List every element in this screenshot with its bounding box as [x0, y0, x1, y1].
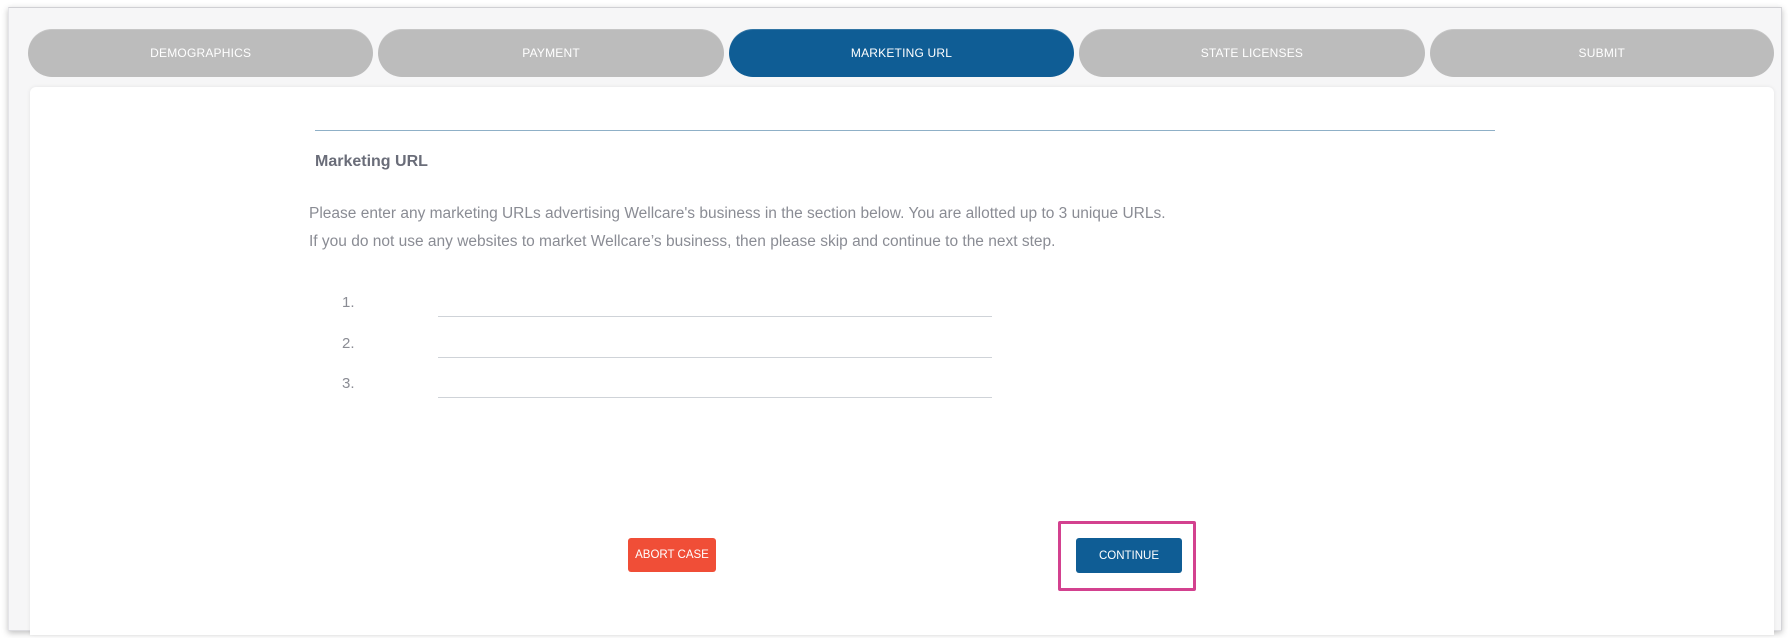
tab-submit[interactable]: SUBMIT — [1429, 29, 1775, 77]
url-row-2: 2. — [342, 329, 992, 359]
tab-payment[interactable]: PAYMENT — [378, 29, 724, 77]
tab-demographics[interactable]: DEMOGRAPHICS — [28, 29, 374, 77]
section-description-line-1: Please enter any marketing URLs advertis… — [309, 205, 1166, 222]
continue-button[interactable]: CONTINUE — [1076, 538, 1182, 573]
form-card — [30, 87, 1774, 635]
url-input-2[interactable] — [438, 329, 992, 358]
section-title: Marketing URL — [315, 153, 428, 170]
section-description-line-2: If you do not use any websites to market… — [309, 233, 1056, 250]
url-row-3: 3. — [342, 369, 992, 399]
url-number-3: 3. — [342, 375, 355, 392]
step-tabs: DEMOGRAPHICS PAYMENT MARKETING URL STATE… — [28, 29, 1775, 77]
url-number-1: 1. — [342, 294, 355, 311]
tab-state-licenses[interactable]: STATE LICENSES — [1079, 29, 1425, 77]
section-divider — [315, 130, 1495, 131]
tab-marketing-url[interactable]: MARKETING URL — [728, 29, 1075, 77]
url-row-1: 1. — [342, 288, 992, 318]
url-number-2: 2. — [342, 335, 355, 352]
abort-case-button[interactable]: ABORT CASE — [628, 538, 716, 572]
url-input-1[interactable] — [438, 288, 992, 317]
url-input-3[interactable] — [438, 369, 992, 398]
